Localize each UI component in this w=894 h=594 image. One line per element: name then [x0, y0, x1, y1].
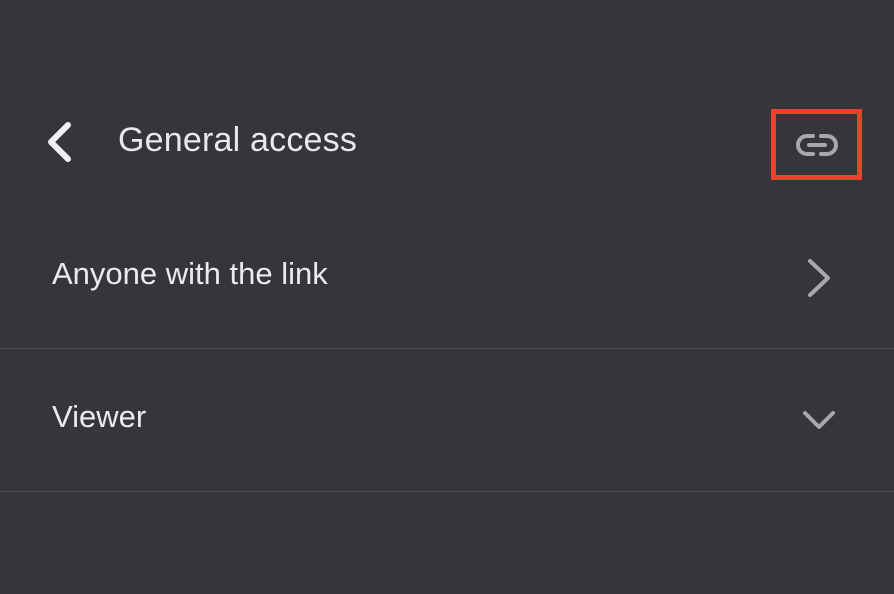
link-icon — [796, 134, 838, 156]
chevron-left-icon — [48, 122, 71, 162]
chevron-down-icon — [803, 411, 835, 429]
back-button[interactable] — [38, 117, 84, 167]
role-selected-value: Viewer — [52, 399, 147, 434]
chevron-right-icon — [808, 259, 830, 297]
header-bar: General access — [0, 95, 894, 190]
access-option-row[interactable]: Anyone with the link — [0, 206, 894, 348]
copy-link-button[interactable] — [771, 109, 862, 180]
access-option-label: Anyone with the link — [52, 256, 328, 291]
page-title: General access — [118, 121, 358, 159]
general-access-screen: General access Anyone with the link View… — [0, 0, 894, 594]
divider — [0, 491, 894, 492]
role-dropdown[interactable]: Viewer — [0, 349, 894, 491]
